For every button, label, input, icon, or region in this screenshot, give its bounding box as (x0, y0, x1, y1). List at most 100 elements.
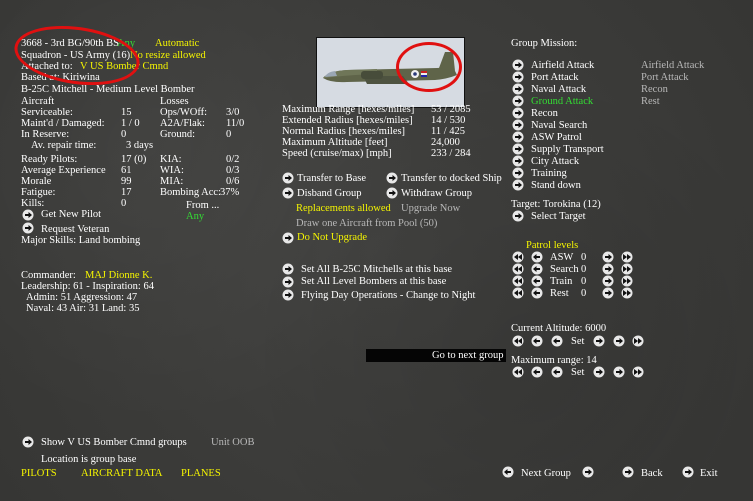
mission-city-attack-button[interactable] (512, 155, 524, 167)
secondary-mission-label[interactable]: Port Attack (641, 72, 689, 84)
patrol-increase-max-button[interactable] (621, 287, 633, 299)
altitude-decrease-large-button[interactable] (531, 335, 543, 347)
draw-aircraft-button[interactable]: Draw one Aircraft from Pool (50) (296, 218, 437, 230)
patrol-decrease-max-button[interactable] (512, 263, 524, 275)
altitude-decrease-button[interactable] (551, 335, 563, 347)
get-new-pilot-label[interactable]: Get New Pilot (41, 209, 101, 221)
do-not-upgrade-label[interactable]: Do Not Upgrade (297, 232, 367, 244)
patrol-decrease-max-button[interactable] (512, 275, 524, 287)
disband-label[interactable]: Disband Group (297, 188, 361, 200)
exit-label[interactable]: Exit (700, 468, 718, 480)
do-not-upgrade-button[interactable] (282, 232, 294, 244)
mission-item-label[interactable]: Training (531, 168, 567, 180)
secondary-mission-label[interactable]: Airfield Attack (641, 60, 704, 72)
patrol-increase-max-button[interactable] (621, 263, 633, 275)
range-decrease-large-button[interactable] (531, 366, 543, 378)
commander-naval: Naval: 43 Air: 31 Land: 35 (26, 303, 140, 314)
back-button[interactable] (622, 466, 634, 478)
patrol-increase-button[interactable] (602, 275, 614, 287)
altitude-set-button[interactable]: Set (571, 336, 584, 348)
back-label[interactable]: Back (641, 468, 663, 480)
repair-value: 3 days (126, 140, 154, 151)
upgrade-now-button[interactable]: Upgrade Now (401, 203, 460, 215)
altitude-decrease-max-button[interactable] (512, 335, 524, 347)
mission-item-label[interactable]: City Attack (531, 156, 579, 168)
patrol-decrease-button[interactable] (531, 275, 543, 287)
altitude-increase-max-button[interactable] (632, 335, 644, 347)
patrol-increase-button[interactable] (602, 287, 614, 299)
planes-tab[interactable]: PLANES (181, 468, 221, 480)
range-increase-large-button[interactable] (613, 366, 625, 378)
select-target-label[interactable]: Select Target (531, 211, 586, 223)
next-group-label[interactable]: Next Group (521, 468, 571, 480)
transfer-ship-label[interactable]: Transfer to docked Ship (401, 173, 502, 185)
disband-button[interactable] (282, 187, 294, 199)
mission-airfield-attack-button[interactable] (512, 59, 524, 71)
set-all-level-button[interactable] (282, 276, 294, 288)
mission-item-label[interactable]: Supply Transport (531, 144, 604, 156)
range-increase-max-button[interactable] (632, 366, 644, 378)
mission-recon-button[interactable] (512, 107, 524, 119)
patrol-increase-max-button[interactable] (621, 275, 633, 287)
prev-group-button[interactable] (502, 466, 514, 478)
withdraw-label[interactable]: Withdraw Group (401, 188, 472, 200)
patrol-decrease-button[interactable] (531, 287, 543, 299)
secondary-mission-label[interactable]: Recon (641, 84, 668, 96)
show-groups-button[interactable] (22, 436, 34, 448)
get-new-pilot-button[interactable] (22, 209, 34, 221)
major-skills: Major Skills: Land bombing (21, 235, 141, 246)
mission-naval-attack-button[interactable] (512, 83, 524, 95)
patrol-decrease-max-button[interactable] (512, 251, 524, 263)
mission-supply-transport-button[interactable] (512, 143, 524, 155)
request-veteran-button[interactable] (22, 222, 34, 234)
from-value[interactable]: Any (186, 211, 204, 223)
mission-item-label[interactable]: Recon (531, 108, 558, 120)
range-decrease-button[interactable] (551, 366, 563, 378)
withdraw-button[interactable] (386, 187, 398, 199)
mission-naval-search-button[interactable] (512, 119, 524, 131)
mission-item-label[interactable]: ASW Patrol (531, 132, 582, 144)
show-groups-label[interactable]: Show V US Bomber Cmnd groups (41, 437, 187, 449)
unit-oob-button[interactable]: Unit OOB (211, 437, 254, 449)
mission-item-label[interactable]: Ground Attack (531, 96, 593, 108)
set-all-type-label[interactable]: Set All B-25C Mitchells at this base (301, 264, 452, 276)
aircraft-data-tab[interactable]: AIRCRAFT DATA (81, 468, 163, 480)
altitude-increase-button[interactable] (593, 335, 605, 347)
mission-item-label[interactable]: Airfield Attack (531, 60, 594, 72)
next-group-button[interactable] (582, 466, 594, 478)
patrol-increase-max-button[interactable] (621, 251, 633, 263)
select-target-button[interactable] (512, 210, 524, 222)
mission-ground-attack-button[interactable] (512, 95, 524, 107)
transfer-ship-button[interactable] (386, 172, 398, 184)
mission-port-attack-button[interactable] (512, 71, 524, 83)
transfer-base-button[interactable] (282, 172, 294, 184)
patrol-row-value: 0 (581, 252, 587, 263)
secondary-mission-label[interactable]: Rest (641, 96, 660, 108)
flying-day-label[interactable]: Flying Day Operations - Change to Night (301, 290, 475, 302)
exit-button[interactable] (682, 466, 694, 478)
mission-item-label[interactable]: Naval Search (531, 120, 587, 132)
mission-item-label[interactable]: Stand down (531, 180, 581, 192)
target-label: Target: Torokina (12) (511, 199, 601, 210)
patrol-increase-button[interactable] (602, 263, 614, 275)
mission-asw-patrol-button[interactable] (512, 131, 524, 143)
mission-item-label[interactable]: Port Attack (531, 72, 579, 84)
transfer-base-label[interactable]: Transfer to Base (297, 173, 366, 185)
replacements-toggle[interactable]: Replacements allowed (296, 203, 391, 215)
altitude-increase-large-button[interactable] (613, 335, 625, 347)
flying-day-button[interactable] (282, 289, 294, 301)
mission-training-button[interactable] (512, 167, 524, 179)
patrol-decrease-button[interactable] (531, 251, 543, 263)
set-all-level-label[interactable]: Set All Level Bombers at this base (301, 276, 446, 288)
mission-stand-down-button[interactable] (512, 179, 524, 191)
range-increase-button[interactable] (593, 366, 605, 378)
range-set-button[interactable]: Set (571, 367, 584, 379)
range-decrease-max-button[interactable] (512, 366, 524, 378)
patrol-decrease-button[interactable] (531, 263, 543, 275)
pilots-tab[interactable]: PILOTS (21, 468, 57, 480)
mission-item-label[interactable]: Naval Attack (531, 84, 586, 96)
patrol-decrease-max-button[interactable] (512, 287, 524, 299)
patrol-increase-button[interactable] (602, 251, 614, 263)
set-all-type-button[interactable] (282, 263, 294, 275)
unit-automatic[interactable]: Automatic (155, 38, 199, 50)
